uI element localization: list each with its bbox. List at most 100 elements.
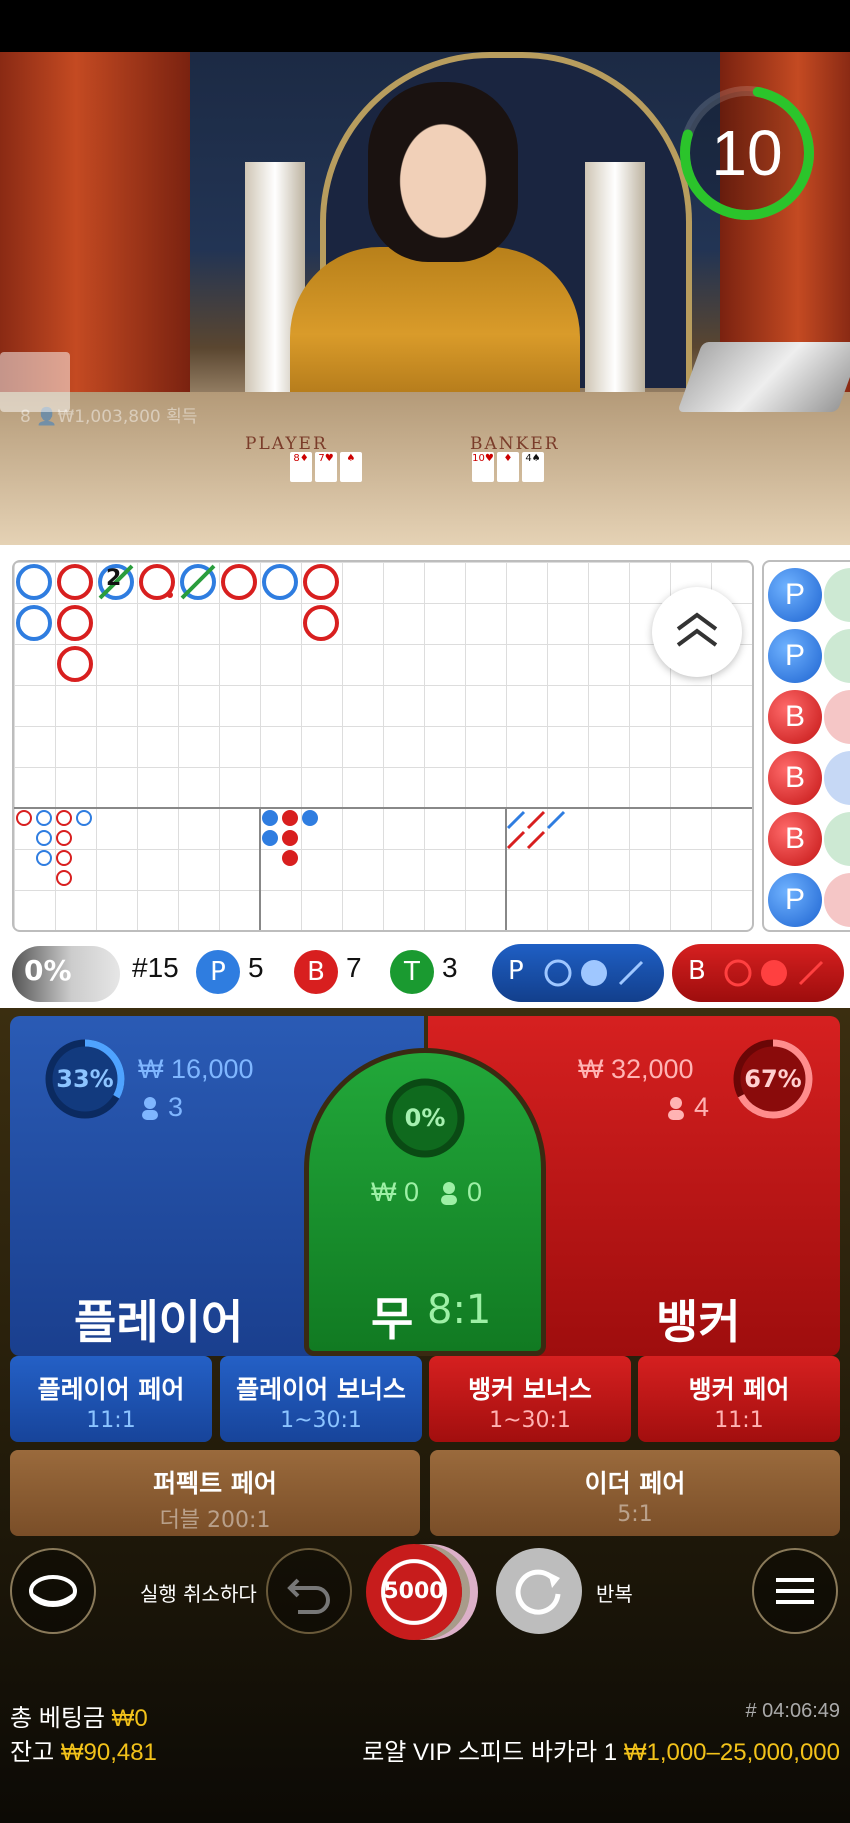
ask-banker-marks [724, 959, 824, 987]
chip-value: 5000 [383, 1579, 445, 1604]
player-percent: 33% [56, 1065, 114, 1093]
ask-player-marks [544, 959, 644, 987]
banker-card: 4♠ [522, 452, 544, 482]
banker-bettors: 4 [694, 1092, 710, 1122]
table-player-label: PLAYER [245, 434, 328, 454]
round-id: # 04:06:49 [745, 1700, 840, 1722]
perfect-pair-bet[interactable]: 퍼펙트 페어 더블 200:1 [10, 1450, 420, 1536]
table-limits: ₩1,000–25,000,000 [623, 1739, 840, 1766]
round-number: #15 [132, 952, 179, 983]
banker-bonus-bet[interactable]: 뱅커 보너스 1~30:1 [429, 1356, 631, 1442]
total-bet-label: 총 베팅금 [10, 1705, 105, 1732]
banker-pair-bet[interactable]: 뱅커 페어 11:1 [638, 1356, 840, 1442]
user-icon [441, 1182, 457, 1205]
tie-bettors: 0 [467, 1177, 483, 1207]
player-amount: ₩ 16,000 [138, 1054, 254, 1084]
banker-bonus-odds: 1~30:1 [489, 1408, 571, 1433]
roadmap-panel: 2 P P B B B P 0% #15 P 5 B 7 T 3 P B [0, 545, 850, 1008]
perfect-pair-odds: 더블 200:1 [159, 1508, 271, 1533]
banker-pair-title: 뱅커 페어 [688, 1375, 790, 1404]
bead-plate[interactable]: P P B B B P [762, 560, 850, 932]
banker-card: 10♥ [472, 452, 494, 482]
bead-tie [824, 629, 850, 683]
expand-roads-button[interactable] [652, 587, 742, 677]
undo-button[interactable] [266, 1548, 352, 1634]
curtain-left [0, 52, 190, 392]
player-bonus-title: 플레이어 보너스 [236, 1375, 406, 1404]
player-stat-icon: P [196, 950, 240, 994]
balance-value: ₩90,481 [60, 1739, 157, 1766]
player-bonus-odds: 1~30:1 [280, 1408, 362, 1433]
balance: 잔고 ₩90,481 [10, 1732, 157, 1767]
tie-stat-icon: T [390, 950, 434, 994]
bead-banker [824, 873, 850, 927]
repeat-button[interactable] [496, 1548, 582, 1634]
player-bonus-bet[interactable]: 플레이어 보너스 1~30:1 [220, 1356, 422, 1442]
repeat-label: 반복 [596, 1582, 633, 1606]
bead-tie [824, 812, 850, 866]
stats-bar: 0% #15 P 5 B 7 T 3 P B [0, 938, 850, 1008]
bead-player [824, 751, 850, 805]
banker-label: 뱅커 [656, 1295, 741, 1349]
undo-label: 실행 취소하다 [140, 1582, 257, 1606]
perfect-pair-title: 퍼펙트 페어 [153, 1469, 277, 1498]
bead-banker: B [768, 812, 822, 866]
tie-count: 3 [442, 952, 458, 983]
bead-player: P [768, 873, 822, 927]
pillar-right [585, 162, 645, 402]
tie-amount: ₩ 0 [371, 1177, 420, 1207]
user-icon [668, 1097, 684, 1120]
dealer-head [368, 82, 518, 262]
percent-text: 0% [24, 954, 72, 987]
table-info: 로얄 VIP 스피드 바카라 1 ₩1,000–25,000,000 [362, 1732, 840, 1767]
either-pair-title: 이더 페어 [584, 1469, 686, 1498]
bead-banker: B [768, 751, 822, 805]
percent-pill: 0% [12, 946, 120, 1002]
tie-bet-spot[interactable]: 0% ₩ 0 0 무 8:1 [304, 1048, 546, 1356]
balance-label: 잔고 [10, 1739, 55, 1766]
ask-player-letter: P [508, 956, 524, 986]
double-chevron-up-icon [676, 612, 718, 647]
countdown-timer: 10 [711, 117, 783, 189]
table-name: 로얄 VIP 스피드 바카라 1 [362, 1739, 618, 1766]
menu-button[interactable] [752, 1548, 838, 1634]
player-card: 8♦ [290, 452, 312, 482]
either-pair-bet[interactable]: 이더 페어 5:1 [430, 1450, 840, 1536]
bead-player: P [768, 629, 822, 683]
banker-count: 7 [346, 952, 362, 983]
either-pair-odds: 5:1 [617, 1502, 653, 1527]
tie-count-label: 2 [106, 566, 122, 591]
bead-banker: B [768, 690, 822, 744]
ask-banker-letter: B [688, 956, 706, 986]
table-view-button[interactable] [10, 1548, 96, 1634]
road-marks [14, 564, 752, 930]
card-shoe [0, 352, 70, 412]
player-pair-bet[interactable]: 플레이어 페어 11:1 [10, 1356, 212, 1442]
ask-player-button[interactable]: P [492, 944, 664, 1002]
undo-icon [287, 1578, 330, 1614]
tie-label: 무 [371, 1292, 414, 1346]
banker-stat-icon: B [294, 950, 338, 994]
chip-selector[interactable]: 5000 [366, 1544, 462, 1640]
bead-banker [824, 690, 850, 744]
betting-area: 33% ₩ 16,000 3 플레이어 ₩ 32,000 4 67% 뱅커 0%… [0, 1008, 850, 1823]
player-bettors: 3 [168, 1092, 184, 1122]
player-label: 플레이어 [74, 1295, 244, 1349]
user-icon [142, 1097, 158, 1120]
banker-pair-odds: 11:1 [714, 1408, 764, 1433]
total-bet-value: ₩0 [111, 1705, 148, 1732]
table-icon [29, 1575, 77, 1607]
tie-odds: 8:1 [427, 1287, 492, 1333]
player-card: ♠ [340, 452, 362, 482]
big-road-grid[interactable]: 2 [12, 560, 754, 932]
repeat-icon [515, 1569, 561, 1615]
bead-player: P [768, 568, 822, 622]
player-pair-title: 플레이어 페어 [37, 1375, 185, 1404]
banker-amount: ₩ 32,000 [578, 1054, 694, 1084]
tie-percent: 0% [404, 1104, 446, 1132]
player-pair-odds: 11:1 [86, 1408, 136, 1433]
ask-banker-button[interactable]: B [672, 944, 844, 1002]
banker-card: ♦ [497, 452, 519, 482]
hamburger-icon [776, 1578, 814, 1604]
player-card: 7♥ [315, 452, 337, 482]
